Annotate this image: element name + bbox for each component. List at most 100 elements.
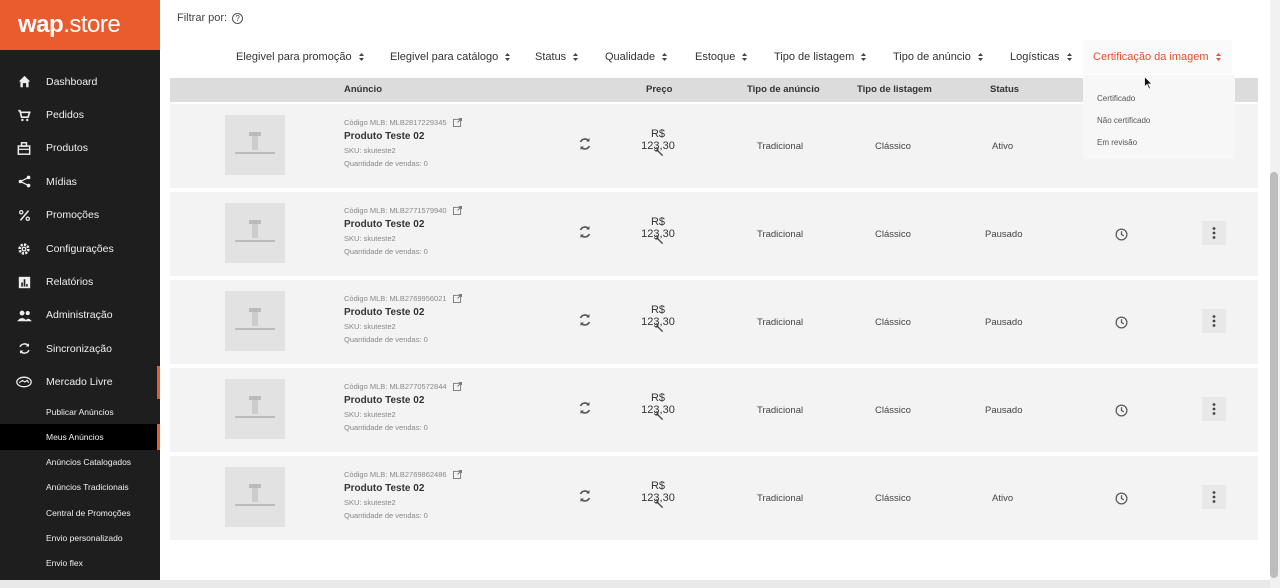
filter-label: Filtrar por: ? bbox=[177, 12, 244, 24]
filter-bar: Elegivel para promoção Elegivel para cat… bbox=[160, 40, 1270, 74]
filter-label: Elegivel para promoção bbox=[236, 51, 352, 63]
mlb-code: Código MLB: MLB2770572844 bbox=[344, 382, 447, 391]
mlb-code: Código MLB: MLB2817229345 bbox=[344, 118, 447, 127]
mlb-code: Código MLB: MLB2771579940 bbox=[344, 206, 447, 215]
wrench-icon[interactable] bbox=[653, 322, 664, 333]
sidebar-item-mercado-livre[interactable]: Mercado Livre bbox=[0, 365, 160, 400]
external-link-icon[interactable] bbox=[452, 470, 462, 479]
subnav-item-meus-anuncios[interactable]: Meus Anúncios bbox=[0, 424, 160, 450]
filter-certificacao-imagem[interactable]: Certificação da imagem bbox=[1083, 40, 1232, 74]
filter-label: Elegivel para catálogo bbox=[390, 51, 499, 63]
subnav-item-anuncios-tradicionais[interactable]: Anúncios Tradicionais bbox=[0, 475, 160, 500]
row-menu-button[interactable] bbox=[1202, 397, 1226, 421]
column-header-status: Status bbox=[990, 84, 1020, 95]
logo-suffix: .store bbox=[63, 11, 121, 38]
sort-icon bbox=[573, 53, 579, 61]
sidebar-item-pedidos[interactable]: Pedidos bbox=[0, 98, 160, 131]
main-content: Filtrar por: ? Elegivel para promoção El… bbox=[160, 0, 1270, 580]
external-link-icon[interactable] bbox=[452, 294, 462, 303]
sync-icon[interactable] bbox=[578, 401, 592, 415]
dropdown-option-nao-certificado[interactable]: Não certificado bbox=[1083, 109, 1235, 131]
sync-icon[interactable] bbox=[578, 313, 592, 327]
external-link-icon[interactable] bbox=[452, 118, 462, 127]
external-link-icon[interactable] bbox=[452, 382, 462, 391]
share-icon bbox=[16, 174, 32, 190]
filter-elegivel-promocao[interactable]: Elegivel para promoção bbox=[236, 40, 365, 74]
sidebar-item-label: Mercado Livre bbox=[46, 376, 113, 389]
listing-status: Pausado bbox=[985, 229, 1023, 240]
product-sku: SKU: skuteste2 bbox=[344, 146, 396, 155]
listing-tier: Clássico bbox=[875, 141, 911, 152]
sidebar-item-configuracoes[interactable]: Configurações bbox=[0, 232, 160, 265]
product-name: Produto Teste 02 bbox=[344, 395, 425, 406]
product-thumbnail[interactable] bbox=[225, 291, 285, 351]
percent-icon bbox=[16, 207, 32, 223]
subnav-item-envio-flex[interactable]: Envio flex bbox=[0, 551, 160, 576]
scrollbar-thumb[interactable] bbox=[1270, 172, 1278, 578]
logo[interactable]: wap .store bbox=[0, 0, 160, 50]
filter-status[interactable]: Status bbox=[535, 40, 579, 74]
sort-icon bbox=[505, 53, 511, 61]
filter-qualidade[interactable]: Qualidade bbox=[605, 40, 668, 74]
filter-label: Estoque bbox=[695, 51, 736, 63]
clock-icon[interactable] bbox=[1115, 228, 1128, 241]
subnav-item-central-promocoes[interactable]: Central de Promoções bbox=[0, 500, 160, 525]
sales-quantity: Quantidade de vendas: 0 bbox=[344, 423, 428, 432]
home-icon bbox=[16, 74, 32, 90]
sidebar-nav: Dashboard Pedidos Produtos Mídias Promoç… bbox=[0, 65, 160, 400]
sidebar-item-label: Administração bbox=[46, 309, 113, 322]
clock-icon[interactable] bbox=[1115, 492, 1128, 505]
product-name: Produto Teste 02 bbox=[344, 131, 425, 142]
wrench-icon[interactable] bbox=[653, 234, 664, 245]
help-icon[interactable]: ? bbox=[232, 12, 244, 24]
listing-type: Tradicional bbox=[757, 229, 804, 240]
cart-icon bbox=[16, 107, 32, 123]
filter-tipo-listagem[interactable]: Tipo de listagem bbox=[774, 40, 867, 74]
dropdown-option-em-revisao[interactable]: Em revisão bbox=[1083, 131, 1235, 153]
product-sku: SKU: skuteste2 bbox=[344, 498, 396, 507]
product-thumbnail[interactable] bbox=[225, 115, 285, 175]
product-thumbnail[interactable] bbox=[225, 467, 285, 527]
filter-estoque[interactable]: Estoque bbox=[695, 40, 748, 74]
sidebar-item-dashboard[interactable]: Dashboard bbox=[0, 65, 160, 98]
product-thumbnail[interactable] bbox=[225, 379, 285, 439]
sidebar-item-produtos[interactable]: Produtos bbox=[0, 132, 160, 165]
clock-icon[interactable] bbox=[1115, 316, 1128, 329]
sidebar-item-relatorios[interactable]: Relatórios bbox=[0, 265, 160, 298]
filter-elegivel-catalogo[interactable]: Elegivel para catálogo bbox=[390, 40, 511, 74]
sidebar-item-administracao[interactable]: Administração bbox=[0, 299, 160, 332]
more-vertical-icon bbox=[1212, 403, 1216, 415]
column-header-tipo-anuncio: Tipo de anúncio bbox=[747, 84, 820, 95]
filter-tipo-anuncio[interactable]: Tipo de anúncio bbox=[893, 40, 984, 74]
sync-icon[interactable] bbox=[578, 489, 592, 503]
sidebar-item-label: Relatórios bbox=[46, 276, 94, 289]
gear-icon bbox=[16, 241, 32, 257]
wrench-icon[interactable] bbox=[653, 146, 664, 157]
row-menu-button[interactable] bbox=[1202, 485, 1226, 509]
row-menu-button[interactable] bbox=[1202, 309, 1226, 333]
sidebar-item-promocoes[interactable]: Promoções bbox=[0, 199, 160, 232]
subnav-item-anuncios-catalogados[interactable]: Anúncios Catalogados bbox=[0, 450, 160, 475]
clock-icon[interactable] bbox=[1115, 404, 1128, 417]
sync-icon[interactable] bbox=[578, 137, 592, 151]
wrench-icon[interactable] bbox=[653, 410, 664, 421]
external-link-icon[interactable] bbox=[452, 206, 462, 215]
listing-status: Pausado bbox=[985, 405, 1023, 416]
column-header-tipo-listagem: Tipo de listagem bbox=[857, 84, 932, 95]
sort-icon bbox=[358, 53, 364, 61]
dropdown-option-certificado[interactable]: Certificado bbox=[1083, 87, 1235, 109]
sidebar-item-midias[interactable]: Mídias bbox=[0, 165, 160, 198]
sync-icon[interactable] bbox=[578, 225, 592, 239]
subnav-item-publicar-anuncios[interactable]: Publicar Anúncios bbox=[0, 399, 160, 424]
row-menu-button[interactable] bbox=[1202, 221, 1226, 245]
listing-type: Tradicional bbox=[757, 141, 804, 152]
sidebar-item-sincronizacao[interactable]: Sincronização bbox=[0, 332, 160, 365]
filter-logisticas[interactable]: Logísticas bbox=[1010, 40, 1073, 74]
filter-label: Tipo de anúncio bbox=[893, 51, 971, 63]
sidebar-item-label: Pedidos bbox=[46, 109, 84, 122]
subnav-item-envio-personalizado[interactable]: Envio personalizado bbox=[0, 525, 160, 550]
product-sku: SKU: skuteste2 bbox=[344, 234, 396, 243]
product-thumbnail[interactable] bbox=[225, 203, 285, 263]
wrench-icon[interactable] bbox=[653, 498, 664, 509]
filter-label: Tipo de listagem bbox=[774, 51, 855, 63]
